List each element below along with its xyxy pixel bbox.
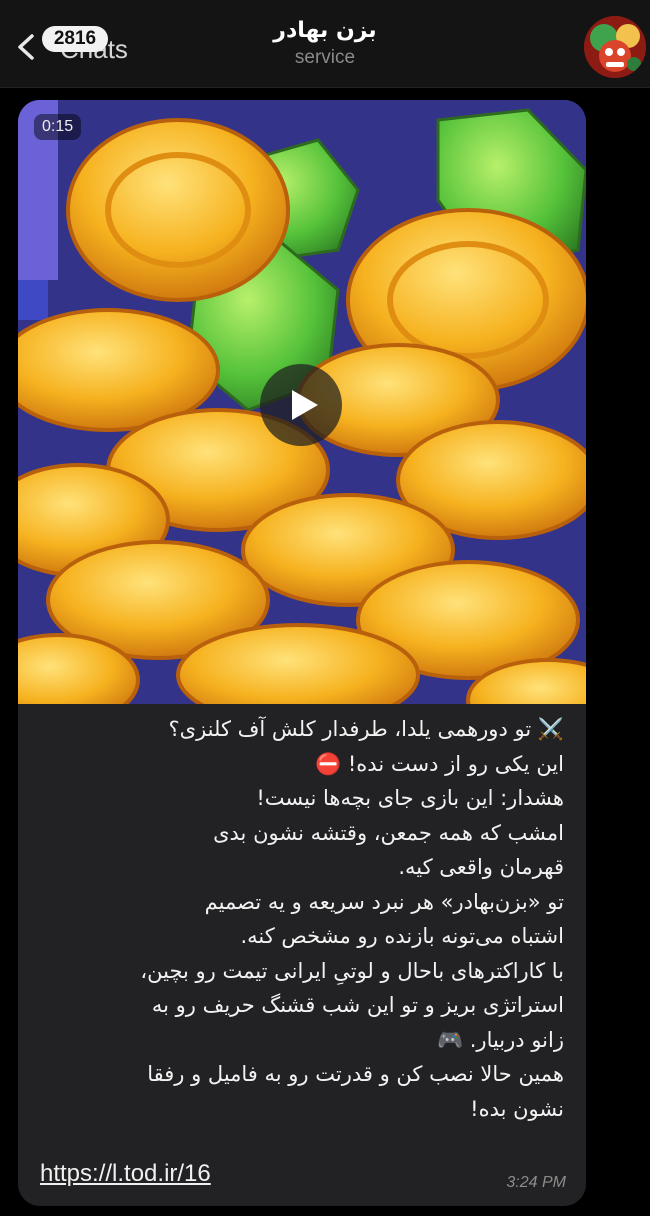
avatar-image: [584, 16, 646, 78]
text-line: تو «بزن‌بهادر» هر نبرد سریعه و یه تصمیم: [204, 889, 564, 914]
chat-subtitle: service: [294, 47, 356, 68]
message-text: ⚔️ تو دورهمی یلدا، طرفدار کلش آف کلنزی؟ …: [34, 712, 564, 1126]
text-line: نشون بده!: [470, 1096, 564, 1121]
text-line: استراتژی بریز و تو این شب قشنگ حریف رو ب…: [151, 993, 564, 1017]
text-line: قهرمان واقعی کیه.: [398, 855, 564, 879]
text-line: ⚔️ تو دورهمی یلدا، طرفدار کلش آف کلنزی؟: [168, 717, 564, 741]
text-line: زانو دربیار. 🎮: [436, 1027, 564, 1052]
avatar[interactable]: [584, 16, 646, 78]
play-button[interactable]: [260, 364, 342, 446]
video-thumbnail[interactable]: 0:15: [18, 100, 586, 704]
message-link[interactable]: https://l.tod.ir/16: [40, 1160, 211, 1188]
chat-title-area[interactable]: بزن بهادر service: [200, 18, 450, 69]
text-line: با کاراکترهای باحال و لوتیِ ایرانی تیمت …: [140, 958, 564, 983]
message-time: 3:24 PM: [506, 1174, 566, 1191]
back-chevron-icon: [18, 34, 34, 60]
message-bubble[interactable]: 0:15 ⚔️ تو دورهمی یلدا، طرفدار کلش آف کل…: [18, 100, 586, 1206]
play-icon: [292, 390, 318, 420]
chat-title: بزن بهادر: [273, 18, 377, 43]
text-line: همین حالا نصب کن و قدرتت رو به فامیل و ر…: [147, 1062, 564, 1086]
back-button[interactable]: Chats 2816: [12, 26, 162, 68]
text-line: این یکی رو از دست نده! ⛔: [315, 751, 564, 776]
video-duration: 0:15: [34, 114, 82, 140]
text-line: هشدار: این بازی جای بچه‌ها نیست!: [256, 786, 564, 810]
chat-header: Chats 2816 بزن بهادر service: [0, 0, 650, 88]
unread-badge: 2816: [42, 26, 108, 52]
text-line: اشتباه می‌تونه بازنده رو مشخص کنه.: [240, 924, 564, 948]
text-line: امشب که همه جمعن، وقتشه نشون بدی: [213, 820, 564, 845]
